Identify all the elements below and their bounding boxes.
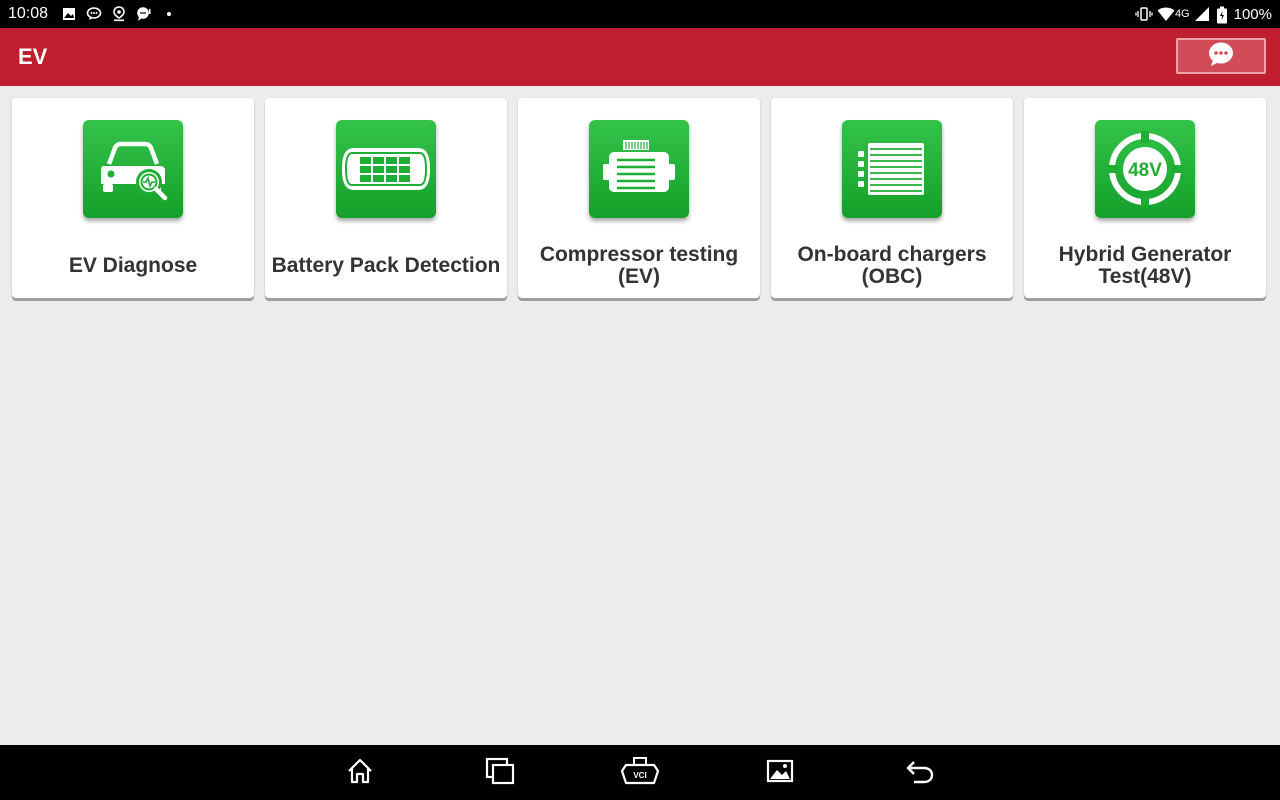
hybrid-48v-icon: 48V [1095, 120, 1195, 218]
wifi-icon [1157, 6, 1175, 22]
card-hybrid-generator-test[interactable]: 48V Hybrid Generator Test(48V) [1024, 98, 1266, 298]
location-icon [111, 6, 127, 22]
card-battery-pack-detection[interactable]: Battery Pack Detection [265, 98, 507, 298]
card-on-board-chargers[interactable]: On-board chargers (OBC) [771, 98, 1013, 298]
compressor-icon [589, 120, 689, 218]
dot-icon [161, 6, 177, 22]
home-button[interactable] [340, 755, 380, 791]
navigation-bar: VCI [0, 745, 1280, 800]
signal-icon [1194, 6, 1210, 22]
network-type: 4G [1174, 8, 1190, 20]
app-bar: EV [0, 28, 1280, 86]
recent-apps-icon [484, 756, 516, 791]
charger-icon [842, 120, 942, 218]
chat-button[interactable] [1176, 38, 1266, 74]
chat-bubble-icon [1207, 41, 1235, 72]
screenshot-button[interactable] [760, 755, 800, 791]
message-icon [86, 6, 102, 22]
card-compressor-testing[interactable]: Compressor testing (EV) [518, 98, 760, 298]
card-ev-diagnose[interactable]: EV Diagnose [12, 98, 254, 298]
vci-icon: VCI [620, 756, 660, 791]
battery-pack-icon [336, 120, 436, 218]
battery-icon [1216, 6, 1228, 24]
ev-diagnose-icon [83, 120, 183, 218]
home-icon [345, 756, 375, 791]
status-bar: 10:08 4G 100% [0, 0, 1280, 28]
vci-button[interactable]: VCI [620, 755, 660, 791]
card-label: Hybrid Generator Test(48V) [1058, 243, 1232, 288]
vci-label: VCI [633, 771, 646, 780]
vibrate-icon [1135, 6, 1153, 22]
image-icon [61, 6, 77, 22]
page-title: EV [18, 44, 48, 69]
card-label: Battery Pack Detection [271, 254, 501, 277]
card-label: EV Diagnose [68, 254, 198, 277]
screenshot-icon [765, 756, 795, 791]
back-button[interactable] [900, 755, 940, 791]
chat-notification-icon [136, 6, 152, 22]
battery-percent: 100% [1233, 5, 1272, 23]
status-time: 10:08 [8, 5, 49, 22]
back-icon [904, 756, 936, 791]
function-grid: EV Diagnose Battery Pack Detection Compr… [12, 98, 1266, 298]
card-label: On-board chargers (OBC) [797, 243, 987, 288]
recent-apps-button[interactable] [480, 755, 520, 791]
card-label: Compressor testing (EV) [539, 243, 739, 288]
voltage-badge: 48V [1128, 160, 1162, 181]
